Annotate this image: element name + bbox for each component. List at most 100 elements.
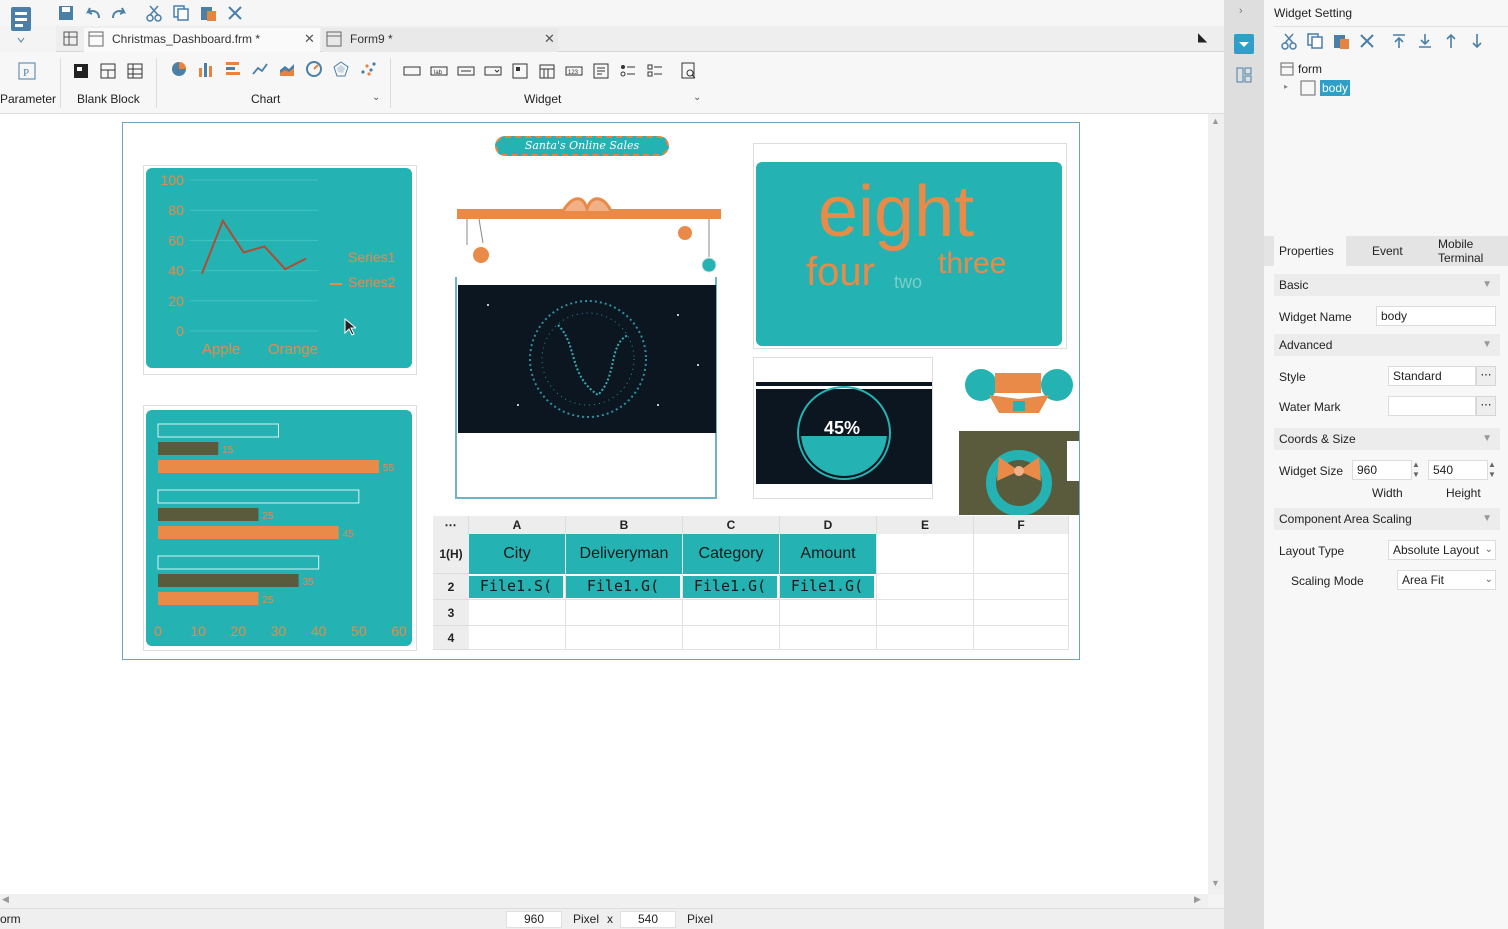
- grid-cell[interactable]: [469, 600, 566, 626]
- data-cell[interactable]: File1.S(: [469, 576, 563, 598]
- advanced-section-header[interactable]: Advanced ▼: [1274, 334, 1500, 356]
- horizontal-scrollbar[interactable]: ◀ ▶: [0, 894, 1208, 908]
- grid-cell[interactable]: [877, 600, 974, 626]
- absolute-block-icon[interactable]: [72, 62, 90, 80]
- horizontal-bar-icon[interactable]: [224, 60, 242, 78]
- header-cell[interactable]: City: [469, 534, 565, 574]
- height-stepper-icon[interactable]: ▲ ▼: [1488, 460, 1496, 480]
- move-down-icon[interactable]: [1468, 32, 1486, 50]
- style-more-button[interactable]: ⋯: [1476, 366, 1496, 386]
- parameter-icon[interactable]: P: [18, 62, 36, 80]
- column-header[interactable]: D: [780, 516, 877, 534]
- line-chart-frame[interactable]: 100 80 60 40 20 0 Apple Orange Series1 Series2: [143, 165, 417, 375]
- basic-section-header[interactable]: Basic ▼: [1274, 274, 1500, 296]
- pie-chart-icon[interactable]: [170, 60, 188, 78]
- scaling-mode-select[interactable]: Area Fit ⌄: [1397, 570, 1496, 590]
- gauge-frame[interactable]: 45%: [753, 357, 933, 499]
- canvas-height-field[interactable]: 540: [620, 911, 676, 928]
- layout-panel-icon[interactable]: [1235, 66, 1253, 84]
- move-up-icon[interactable]: [1442, 32, 1460, 50]
- grid-cell[interactable]: [683, 626, 780, 650]
- button-widget-icon[interactable]: [457, 62, 475, 80]
- label-widget-icon[interactable]: lab: [430, 62, 448, 80]
- style-input[interactable]: Standard: [1388, 366, 1476, 386]
- data-cell[interactable]: File1.G(: [780, 576, 874, 598]
- width-stepper-icon[interactable]: ▲ ▼: [1412, 460, 1420, 480]
- row-header[interactable]: 2: [433, 574, 469, 600]
- search-widget-icon[interactable]: [680, 62, 698, 80]
- globe-frame[interactable]: [455, 277, 717, 499]
- widget-name-input[interactable]: body: [1376, 306, 1496, 326]
- grid-cell[interactable]: [974, 534, 1069, 574]
- data-cell[interactable]: File1.G(: [683, 576, 777, 598]
- close-icon[interactable]: ✕: [304, 28, 315, 50]
- water-mark-input[interactable]: [1388, 396, 1476, 416]
- canvas-width-field[interactable]: 960: [506, 911, 562, 928]
- column-header[interactable]: F: [974, 516, 1069, 534]
- delete-icon[interactable]: [226, 4, 244, 22]
- sheet-corner[interactable]: ⋯: [433, 516, 469, 534]
- app-menu-icon[interactable]: [6, 2, 36, 46]
- grid-icon[interactable]: [62, 30, 80, 48]
- tab-menu-icon[interactable]: ◣: [1198, 30, 1207, 44]
- height-input[interactable]: 540: [1428, 460, 1488, 480]
- move-top-icon[interactable]: [1390, 32, 1408, 50]
- textarea-widget-icon[interactable]: [592, 62, 610, 80]
- grid-cell[interactable]: [780, 600, 877, 626]
- tree-widget-icon[interactable]: [511, 62, 529, 80]
- grid-cell[interactable]: [974, 626, 1069, 650]
- grid-cell[interactable]: [974, 600, 1069, 626]
- move-bottom-icon[interactable]: [1416, 32, 1434, 50]
- coords-section-header[interactable]: Coords & Size ▼: [1274, 428, 1500, 450]
- redo-icon[interactable]: [110, 4, 128, 22]
- scatter-chart-icon[interactable]: [359, 60, 377, 78]
- chevron-down-icon[interactable]: ⌄: [693, 92, 701, 103]
- delete-icon[interactable]: [1358, 32, 1376, 50]
- column-header[interactable]: A: [469, 516, 566, 534]
- grid-cell[interactable]: [877, 626, 974, 650]
- column-header[interactable]: E: [877, 516, 974, 534]
- scroll-left-icon[interactable]: ◀: [2, 894, 9, 905]
- scroll-right-icon[interactable]: ▶: [1194, 894, 1201, 905]
- copy-icon[interactable]: [1306, 32, 1324, 50]
- vertical-scrollbar[interactable]: ▲ ▼: [1208, 114, 1224, 894]
- checkbox-group-icon[interactable]: [646, 62, 664, 80]
- close-icon[interactable]: ✕: [544, 28, 555, 50]
- tab-block-icon[interactable]: [99, 62, 117, 80]
- area-chart-icon[interactable]: [278, 60, 296, 78]
- grid-cell[interactable]: [877, 534, 974, 574]
- paste-icon[interactable]: [199, 4, 217, 22]
- date-widget-icon[interactable]: [538, 62, 556, 80]
- scaling-section-header[interactable]: Component Area Scaling ▼: [1274, 508, 1500, 530]
- collapse-arrow-icon[interactable]: ›: [1239, 5, 1243, 17]
- data-cell[interactable]: File1.G(: [566, 576, 680, 598]
- tab-properties[interactable]: Properties: [1274, 236, 1346, 266]
- gauge-chart-icon[interactable]: [305, 60, 323, 78]
- column-header[interactable]: B: [566, 516, 683, 534]
- grid-cell[interactable]: [566, 626, 683, 650]
- bar-chart-icon[interactable]: [197, 60, 215, 78]
- radio-group-icon[interactable]: [619, 62, 637, 80]
- bar-chart-frame[interactable]: 15 55 25 45 35 25 0 10 20 30 40 50 60: [143, 405, 417, 651]
- number-widget-icon[interactable]: 123: [565, 62, 583, 80]
- paste-icon[interactable]: [1332, 32, 1350, 50]
- dashboard-body[interactable]: Santa's Online Sales 100 80 60 40 20 0 Apple Or…: [122, 122, 1080, 660]
- widget-setting-toggle-icon[interactable]: [1234, 34, 1254, 54]
- copy-icon[interactable]: [172, 4, 190, 22]
- grid-cell[interactable]: [683, 600, 780, 626]
- row-header[interactable]: 1(H): [433, 534, 469, 574]
- line-chart-icon[interactable]: [251, 60, 269, 78]
- grid-cell[interactable]: [780, 626, 877, 650]
- report-sheet[interactable]: ⋯ ABCDEF 1(H) 2 3 4 City Deliveryman Category…: [433, 516, 1069, 650]
- tab-event[interactable]: Event: [1372, 236, 1403, 266]
- undo-icon[interactable]: [84, 4, 102, 22]
- grid-cell[interactable]: [469, 626, 566, 650]
- tree-expand-icon[interactable]: ▸: [1284, 82, 1288, 91]
- report-block-icon[interactable]: [126, 62, 144, 80]
- radar-chart-icon[interactable]: [332, 60, 350, 78]
- scroll-up-icon[interactable]: ▲: [1211, 116, 1220, 126]
- header-cell[interactable]: Amount: [780, 534, 876, 574]
- header-cell[interactable]: Category: [683, 534, 779, 574]
- text-widget-icon[interactable]: [403, 62, 421, 80]
- dropdown-widget-icon[interactable]: [484, 62, 502, 80]
